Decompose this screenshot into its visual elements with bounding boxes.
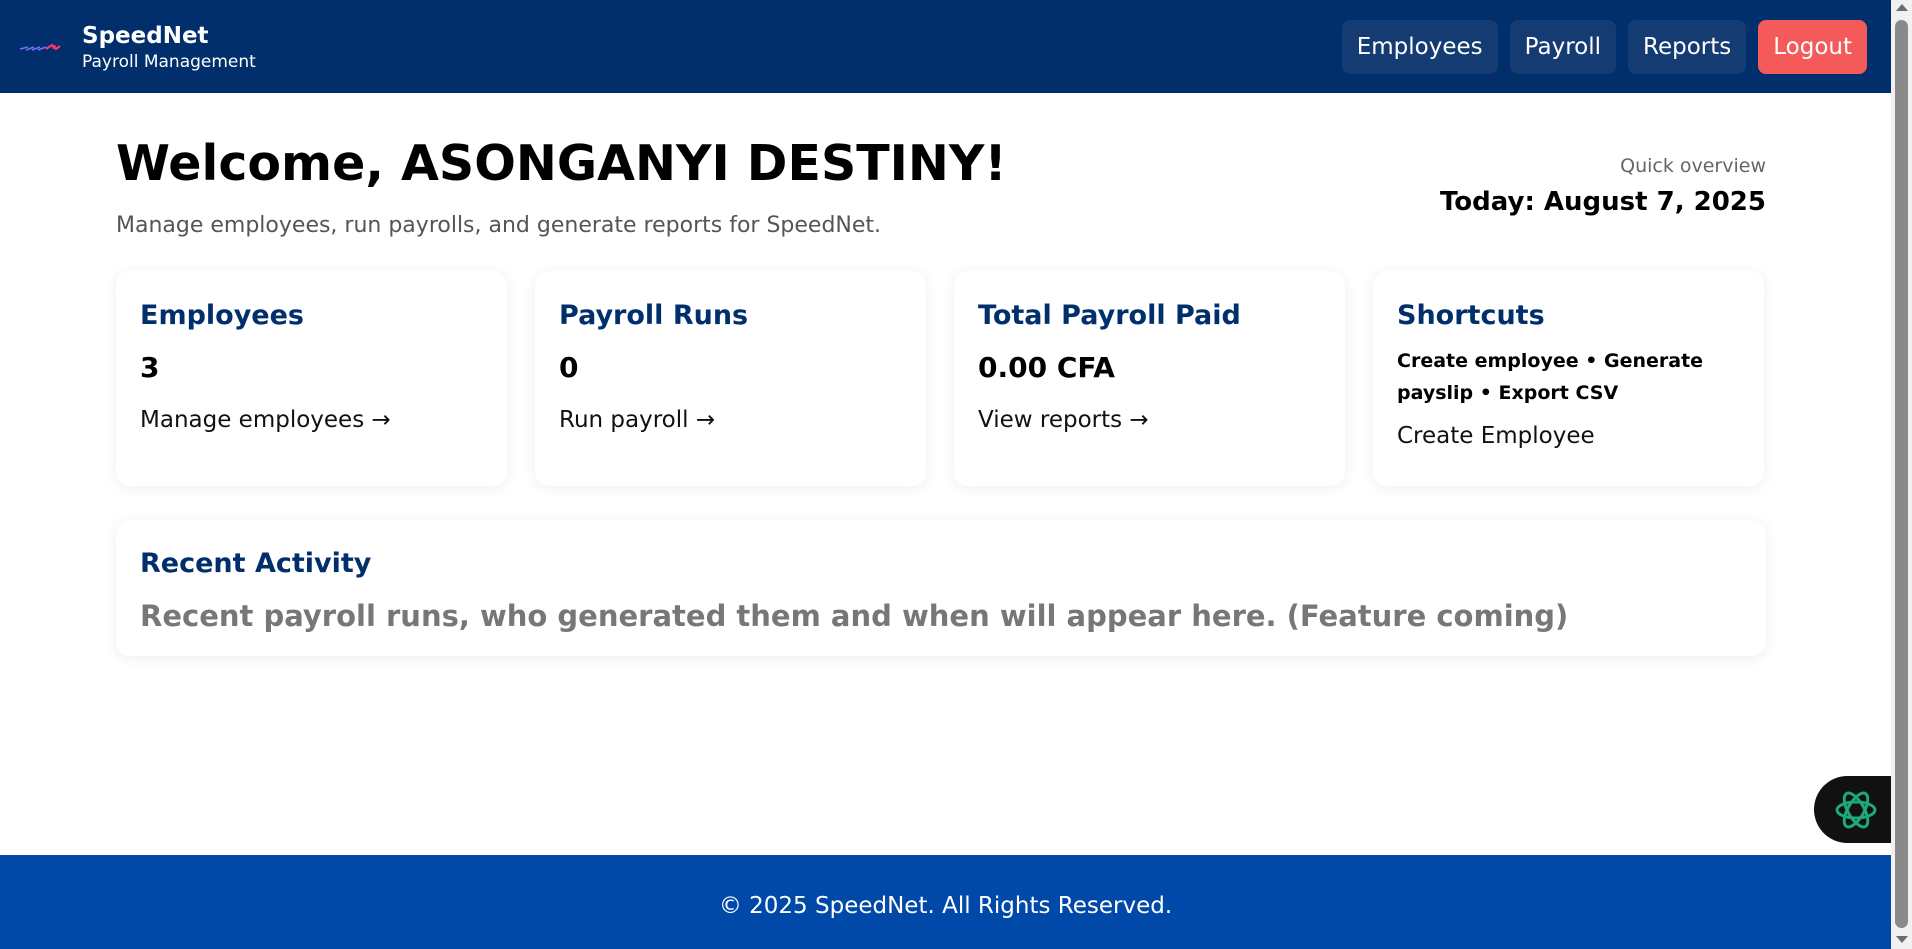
top-navbar: SpeedNet Payroll Management Employees Pa…: [0, 0, 1891, 93]
recent-activity-title: Recent Activity: [140, 548, 372, 579]
shortcuts-list: Create employee • Generate payslip • Exp…: [1397, 350, 1704, 404]
logout-button[interactable]: Logout: [1758, 19, 1867, 74]
brand[interactable]: SpeedNet Payroll Management: [18, 21, 256, 73]
employee-count: 3: [140, 351, 160, 384]
card-title: Payroll Runs: [559, 300, 749, 331]
stat-cards: Employees 3 Manage employees → Payroll R…: [116, 271, 1766, 486]
welcome-section: Welcome, ASONGANYI DESTINY! Manage emplo…: [116, 93, 1766, 268]
total-payroll-amount: 0.00 CFA: [978, 351, 1115, 384]
scroll-up-arrow-icon[interactable]: [1896, 4, 1908, 11]
footer-copyright: © 2025 SpeedNet. All Rights Reserved.: [718, 893, 1173, 919]
view-reports-link[interactable]: View reports →: [978, 407, 1321, 433]
recent-activity-panel: Recent Activity Recent payroll runs, who…: [116, 520, 1766, 656]
scroll-down-arrow-icon[interactable]: [1896, 936, 1908, 943]
card-title: Shortcuts: [1397, 300, 1545, 331]
today-date: Today: August 7, 2025: [1440, 187, 1766, 217]
quick-overview-label: Quick overview: [1620, 155, 1766, 177]
assistant-widget-button[interactable]: [1814, 776, 1891, 843]
scroll-thumb[interactable]: [1895, 20, 1908, 928]
nav-payroll-button[interactable]: Payroll: [1509, 19, 1617, 74]
brand-text: SpeedNet Payroll Management: [82, 21, 256, 73]
nav-employees-button[interactable]: Employees: [1341, 19, 1498, 74]
run-payroll-link[interactable]: Run payroll →: [559, 407, 902, 433]
brand-name: SpeedNet: [82, 22, 209, 49]
brand-subtitle: Payroll Management: [82, 51, 256, 72]
speednet-logo-icon: [18, 37, 62, 57]
welcome-title: Welcome, ASONGANYI DESTINY!: [116, 135, 1007, 192]
openai-assistant-icon: [1835, 791, 1876, 828]
footer: © 2025 SpeedNet. All Rights Reserved.: [0, 855, 1891, 949]
create-employee-link[interactable]: Create Employee: [1397, 423, 1740, 449]
card-title: Employees: [140, 300, 305, 331]
nav-reports-button[interactable]: Reports: [1628, 19, 1747, 74]
employees-card: Employees 3 Manage employees →: [116, 271, 507, 486]
dashboard-main: Welcome, ASONGANYI DESTINY! Manage emplo…: [116, 93, 1766, 656]
total-payroll-card: Total Payroll Paid 0.00 CFA View reports…: [954, 271, 1345, 486]
shortcuts-card: Shortcuts Create employee • Generate pay…: [1373, 271, 1764, 486]
main-nav: Employees Payroll Reports Logout: [1341, 19, 1867, 74]
manage-employees-link[interactable]: Manage employees →: [140, 407, 483, 433]
payroll-runs-card: Payroll Runs 0 Run payroll →: [535, 271, 926, 486]
card-title: Total Payroll Paid: [978, 300, 1241, 331]
vertical-scrollbar[interactable]: [1891, 0, 1912, 949]
recent-activity-placeholder: Recent payroll runs, who generated them …: [140, 599, 1569, 633]
payroll-runs-count: 0: [559, 351, 579, 384]
welcome-subtitle: Manage employees, run payrolls, and gene…: [116, 213, 882, 238]
